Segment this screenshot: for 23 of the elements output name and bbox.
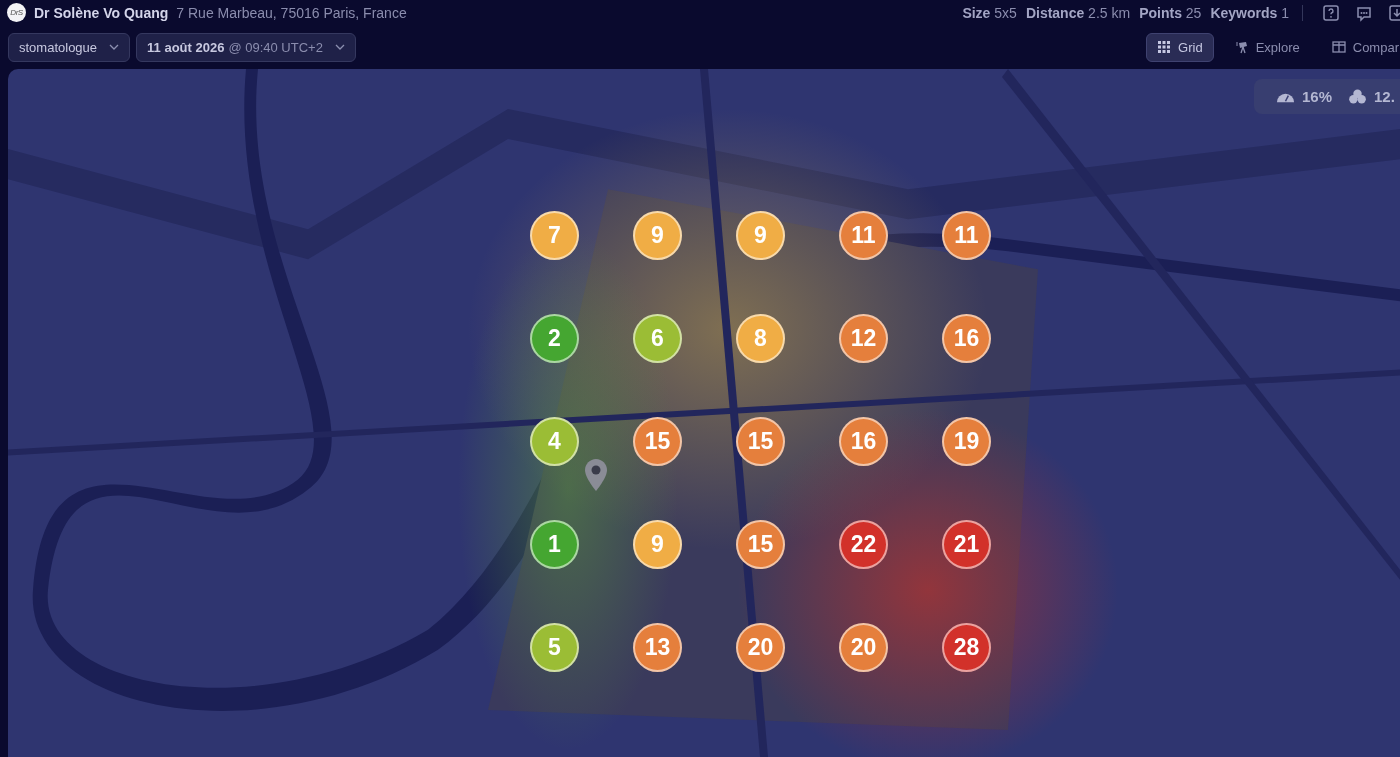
download-icon[interactable] bbox=[1388, 3, 1400, 22]
location-pin-icon bbox=[584, 458, 608, 492]
view-tab[interactable]: Explore bbox=[1223, 32, 1311, 62]
columns-icon bbox=[1331, 40, 1346, 54]
circles-icon bbox=[1348, 89, 1368, 104]
help-icon[interactable] bbox=[1322, 3, 1340, 22]
keyword-dropdown[interactable]: stomatologue bbox=[8, 32, 131, 62]
view-tab[interactable]: Grid bbox=[1146, 32, 1214, 62]
telescope-icon bbox=[1234, 40, 1249, 54]
stat-text: Points 25 bbox=[1139, 4, 1202, 21]
stat-text: Size 5x5 bbox=[962, 4, 1017, 21]
view-tab[interactable]: Compar bbox=[1320, 32, 1400, 62]
business-name: Dr Solène Vo Quang bbox=[34, 4, 169, 21]
grid-icon bbox=[1157, 40, 1172, 54]
chevron-down-icon bbox=[109, 44, 120, 50]
business-address: 7 Rue Marbeau, 75016 Paris, France bbox=[176, 4, 407, 21]
metric-value: 16% bbox=[1302, 88, 1333, 105]
logo: DrS bbox=[7, 3, 26, 22]
stat-text: Distance 2.5 km bbox=[1025, 4, 1131, 21]
chevron-down-icon bbox=[334, 44, 345, 50]
metric-value: 12. bbox=[1374, 88, 1395, 105]
stat-text: Keywords 1 bbox=[1210, 4, 1289, 21]
date-dropdown[interactable]: 11 août 2026 @ 09:40 UTC+2 bbox=[136, 32, 356, 62]
